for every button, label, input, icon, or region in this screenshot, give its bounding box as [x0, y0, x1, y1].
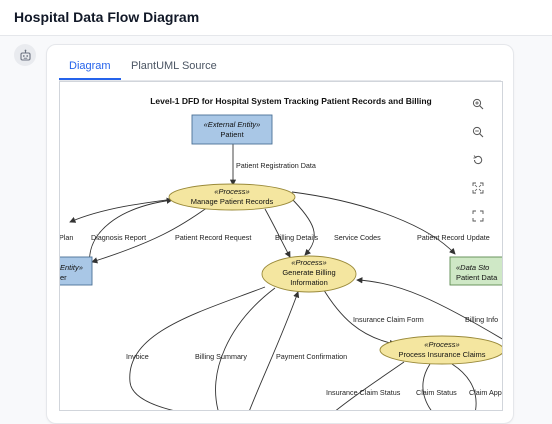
zoom-out-icon: [472, 126, 484, 138]
zoom-in-button[interactable]: [467, 93, 489, 115]
label-payment-confirmation: Payment Confirmation: [276, 352, 347, 361]
label-plan: Plan: [60, 233, 73, 242]
zoom-in-icon: [472, 98, 484, 110]
edge-patient-record-update: [291, 191, 456, 255]
claims-stereotype: «Process»: [424, 340, 459, 349]
datastore-label: Patient Data: [456, 273, 498, 282]
label-billing-details: Billing Details: [275, 233, 319, 242]
label-diagnosis-report: Diagnosis Report: [91, 233, 146, 242]
patient-stereotype: «External Entity»: [204, 120, 261, 129]
bot-avatar: [14, 44, 36, 66]
label-billing-info: Billing Info: [465, 315, 498, 324]
label-insurance-claim-status: Insurance Claim Status: [326, 388, 401, 397]
active-tab-indicator: [59, 78, 121, 80]
billing-label-line1: Generate Billing: [282, 268, 335, 277]
label-patient-registration: Patient Registration Data: [236, 161, 316, 170]
label-patient-record-request: Patient Record Request: [175, 233, 251, 242]
node-generate-billing[interactable]: «Process» Generate Billing Information: [261, 255, 357, 293]
zoom-out-button[interactable]: [467, 121, 489, 143]
patient-label: Patient: [220, 130, 244, 139]
label-insurance-claim-form: Insurance Claim Form: [353, 315, 424, 324]
tab-diagram[interactable]: Diagram: [69, 60, 111, 72]
diagram-viewer[interactable]: Level-1 DFD for Hospital System Tracking…: [59, 81, 503, 411]
left-entity-label: er: [60, 273, 67, 282]
node-data-store[interactable]: «Data Sto Patient Data: [449, 256, 503, 286]
manage-stereotype: «Process»: [214, 187, 249, 196]
left-entity-stereotype: Entity»: [60, 263, 83, 272]
fit-view-button[interactable]: [467, 177, 489, 199]
node-manage-patient-records[interactable]: «Process» Manage Patient Records: [168, 183, 296, 211]
label-service-codes: Service Codes: [334, 233, 381, 242]
label-claim-status: Claim Status: [416, 388, 457, 397]
label-claim-app: Claim App: [469, 388, 502, 397]
label-patient-record-update: Patient Record Update: [417, 233, 490, 242]
node-patient[interactable]: «External Entity» Patient: [191, 114, 273, 145]
reset-icon: [473, 155, 483, 165]
datastore-stereotype: «Data Sto: [456, 263, 489, 272]
edge-billing-info: [356, 277, 502, 340]
manage-label: Manage Patient Records: [191, 197, 274, 206]
tab-bar: Diagram PlantUML Source: [59, 57, 501, 81]
robot-icon: [19, 49, 31, 61]
fullscreen-button[interactable]: [467, 205, 489, 227]
fit-icon: [472, 182, 484, 194]
billing-label-line2: Information: [290, 278, 328, 287]
billing-stereotype: «Process»: [291, 258, 326, 267]
dfd-diagram: Level-1 DFD for Hospital System Tracking…: [60, 96, 503, 410]
reset-view-button[interactable]: [467, 149, 489, 171]
app-title: Hospital Data Flow Diagram: [14, 9, 200, 25]
label-billing-summary: Billing Summary: [195, 352, 247, 361]
node-left-entity[interactable]: Entity» er: [60, 256, 93, 286]
message-card: Diagram PlantUML Source Level-1 DFD for …: [46, 44, 514, 424]
edge-service-codes: [289, 196, 315, 256]
node-process-insurance-claims[interactable]: «Process» Process Insurance Claims: [379, 335, 503, 365]
app-header: Hospital Data Flow Diagram: [0, 0, 552, 36]
diagram-title: Level-1 DFD for Hospital System Tracking…: [150, 96, 432, 106]
edge-insurance-claim-status: [335, 361, 405, 410]
claims-label: Process Insurance Claims: [398, 350, 485, 359]
edge-invoice: [129, 286, 266, 410]
tab-plantuml-source[interactable]: PlantUML Source: [131, 60, 217, 72]
fullscreen-icon: [472, 210, 484, 222]
label-invoice: Invoice: [126, 352, 149, 361]
edge-billing-summary: [215, 287, 276, 410]
